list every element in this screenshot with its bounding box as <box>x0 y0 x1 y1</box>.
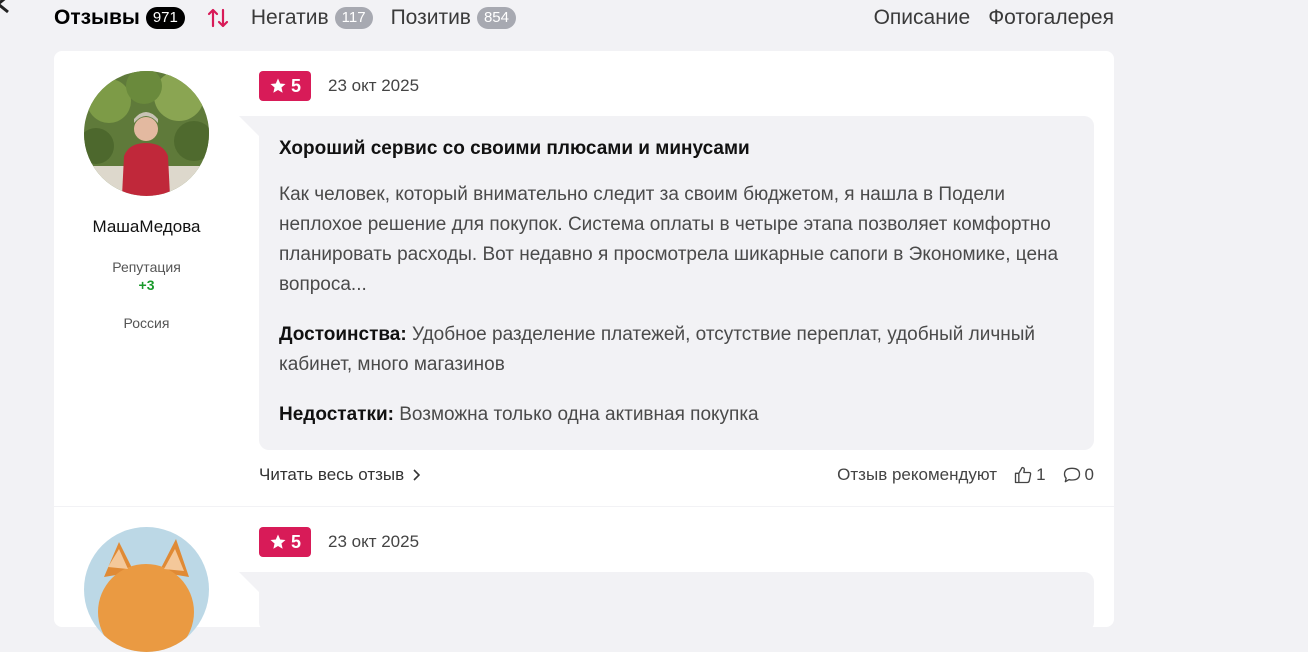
review-cons: Недостатки: Возможна только одна активна… <box>279 400 1069 430</box>
recommend-label: Отзыв рекомендуют <box>837 465 998 484</box>
tab-negative-label: Негатив <box>250 6 329 29</box>
chevron-right-icon <box>413 469 421 481</box>
thumbs-up-icon <box>1014 466 1032 484</box>
review-date: 23 окт 2025 <box>328 76 420 95</box>
review-stats: Отзыв рекомендуют 1 0 <box>837 465 1094 485</box>
reviews-tabs: Отзывы 971 Негатив 117 Позитив 854 Описа… <box>54 3 1114 33</box>
cons-label: Недостатки: <box>279 404 394 425</box>
review-date: 23 окт 2025 <box>328 532 420 551</box>
sort-arrows-icon <box>207 8 228 28</box>
tab-positive-label: Позитив <box>390 6 471 29</box>
tab-negative[interactable]: Негатив 117 <box>251 6 373 30</box>
author-name[interactable]: МашаМедова <box>54 217 239 237</box>
tab-reviews-count: 971 <box>145 7 185 29</box>
pros-label: Достоинства: <box>279 324 407 345</box>
read-more-label: Читать весь отзыв <box>259 465 405 484</box>
review-title[interactable]: Хороший сервис со своими плюсами и минус… <box>279 138 750 160</box>
comment-count: 0 <box>1084 465 1094 484</box>
star-icon <box>270 534 286 549</box>
review-pros: Достоинства: Удобное разделение платежей… <box>279 320 1069 380</box>
review-body <box>239 572 1094 632</box>
like-count: 1 <box>1036 465 1046 484</box>
review-text: Как человек, который внимательно следит … <box>279 184 1059 295</box>
author-country: Россия <box>123 315 170 331</box>
review-body: Хороший сервис со своими плюсами и минус… <box>239 116 1094 450</box>
comment-button[interactable]: 0 <box>1062 465 1094 485</box>
rating-value: 5 <box>290 75 301 96</box>
rating-value: 5 <box>290 531 301 552</box>
avatar[interactable] <box>84 71 209 196</box>
rating-badge: 5 <box>259 527 311 557</box>
avatar-photo <box>84 527 209 652</box>
back-arrow-icon[interactable] <box>0 0 14 14</box>
tab-positive-count: 854 <box>476 7 516 29</box>
comment-icon <box>1063 467 1080 483</box>
like-button[interactable]: 1 <box>1013 465 1046 485</box>
review-footer: Читать весь отзыв Отзыв рекомендуют 1 0 <box>259 462 1094 488</box>
tab-negative-count: 117 <box>334 7 373 29</box>
read-more-link[interactable]: Читать весь отзыв <box>259 465 421 485</box>
reputation-value: +3 <box>138 277 155 293</box>
tab-reviews-label: Отзывы <box>54 6 140 29</box>
review-card: 5 23 окт 2025 <box>54 507 1114 652</box>
tab-gallery[interactable]: Фотогалерея <box>988 6 1114 30</box>
tab-description[interactable]: Описание <box>874 6 971 30</box>
sort-button[interactable] <box>205 5 231 31</box>
rating-badge: 5 <box>259 71 311 101</box>
star-icon <box>270 78 286 93</box>
cons-text: Возможна только одна активная покупка <box>399 404 759 425</box>
tab-reviews[interactable]: Отзывы 971 <box>54 6 185 30</box>
tab-positive[interactable]: Позитив 854 <box>391 6 516 30</box>
avatar[interactable] <box>84 527 209 652</box>
review-card: МашаМедова Репутация +3 Россия 5 23 окт … <box>54 51 1114 506</box>
reputation-label: Репутация <box>112 259 181 275</box>
avatar-photo <box>84 71 209 196</box>
